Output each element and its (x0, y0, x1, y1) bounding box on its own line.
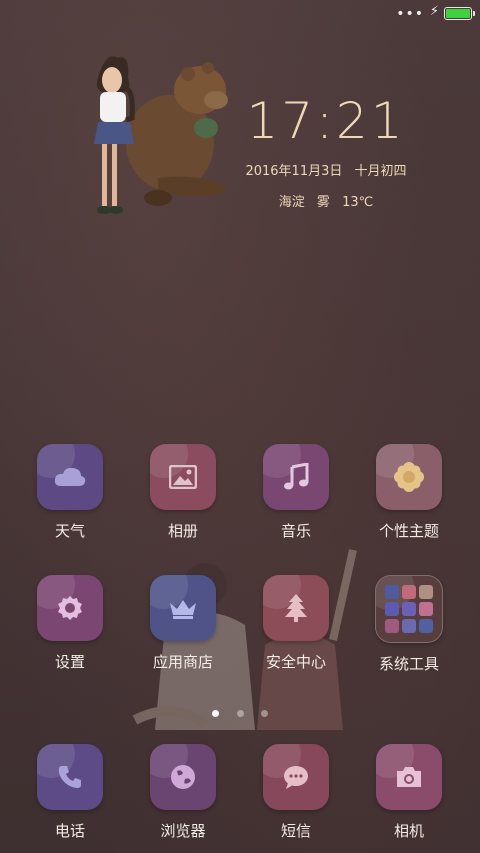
app-label: 系统工具 (378, 655, 439, 673)
camera-icon (397, 767, 421, 787)
app-label: 安全中心 (265, 653, 326, 671)
weather-cloud-icon (54, 467, 86, 486)
folder-mini-icon (402, 585, 416, 599)
dock-app-browser[interactable]: 浏览器 (135, 744, 231, 841)
folder-icon (375, 575, 443, 643)
app-label: 音乐 (280, 522, 311, 540)
weather-temperature: 13℃ (342, 195, 374, 210)
app-label: 相册 (167, 522, 198, 540)
app-label: 设置 (54, 653, 85, 671)
app-folder-system-tools[interactable]: 系统工具 (361, 575, 457, 674)
gallery-picture-icon (169, 465, 197, 489)
app-icon-browser (150, 744, 216, 810)
app-icon-gallery (150, 444, 216, 510)
dock-app-messages[interactable]: 短信 (248, 744, 344, 841)
weather-location: 海淀 (278, 195, 305, 210)
app-icon-weather (37, 444, 103, 510)
app-settings[interactable]: 设置 (22, 575, 118, 672)
app-label: 电话 (54, 822, 85, 840)
app-icon-music (263, 444, 329, 510)
app-label: 相机 (393, 822, 424, 840)
page-indicator[interactable] (0, 702, 480, 721)
page-dot[interactable] (236, 710, 244, 717)
weather-row: 海淀 雾 13℃ (242, 191, 410, 210)
page-dot[interactable] (212, 710, 220, 717)
app-themes[interactable]: 个性主题 (361, 444, 457, 541)
app-gallery[interactable]: 相册 (135, 444, 231, 541)
folder-mini-icon (385, 602, 399, 616)
status-bar: ••• ⚡ (0, 0, 480, 28)
lunar-date: 十月初四 (354, 164, 407, 179)
clock-date: 2016年11月3日 (245, 164, 343, 179)
app-store-crown-icon (170, 600, 196, 619)
weather-condition: 雾 (316, 195, 330, 210)
phone-icon (58, 766, 81, 788)
settings-gear-icon (58, 596, 82, 620)
security-tree-icon (285, 594, 307, 622)
app-music[interactable]: 音乐 (248, 444, 344, 541)
app-security[interactable]: 安全中心 (248, 575, 344, 672)
app-label: 天气 (54, 522, 85, 540)
app-icon-settings (37, 575, 103, 641)
app-icon-messages (263, 744, 329, 810)
message-bubble-icon (284, 766, 308, 789)
folder-mini-icon (419, 602, 433, 616)
dock-app-camera[interactable]: 相机 (361, 744, 457, 841)
folder-mini-icon (419, 619, 433, 633)
app-icon-phone (37, 744, 103, 810)
browser-globe-icon (171, 765, 195, 789)
clock-weather-widget[interactable]: 17:21 2016年11月3日 十月初四 海淀 雾 13℃ (242, 96, 410, 210)
page-dot[interactable] (260, 710, 268, 717)
signal-dots-icon: ••• (396, 6, 424, 22)
clock-time: 17:21 (246, 92, 406, 150)
app-weather[interactable]: 天气 (22, 444, 118, 541)
app-icon-store (150, 575, 216, 641)
folder-mini-icon (385, 619, 399, 633)
app-icon-themes (376, 444, 442, 510)
app-icon-camera (376, 744, 442, 810)
theme-flower-icon (394, 462, 424, 492)
music-note-icon (284, 463, 309, 490)
folder-mini-icon (402, 619, 416, 633)
battery-icon (444, 7, 475, 20)
folder-mini-icon (419, 585, 433, 599)
wallpaper-girl-bear-illustration (94, 56, 228, 214)
app-store[interactable]: 应用商店 (135, 575, 231, 672)
folder-mini-icon (385, 585, 399, 599)
app-label: 应用商店 (152, 653, 213, 671)
app-label: 个性主题 (378, 522, 439, 540)
app-icon-security (263, 575, 329, 641)
charging-bolt-icon: ⚡ (429, 4, 439, 19)
folder-preview-grid (385, 585, 433, 633)
dock-app-phone[interactable]: 电话 (22, 744, 118, 841)
app-label: 浏览器 (160, 822, 206, 840)
clock-date-row: 2016年11月3日 十月初四 (242, 160, 410, 179)
battery-fill (446, 9, 470, 18)
folder-mini-icon (402, 602, 416, 616)
app-label: 短信 (280, 822, 311, 840)
